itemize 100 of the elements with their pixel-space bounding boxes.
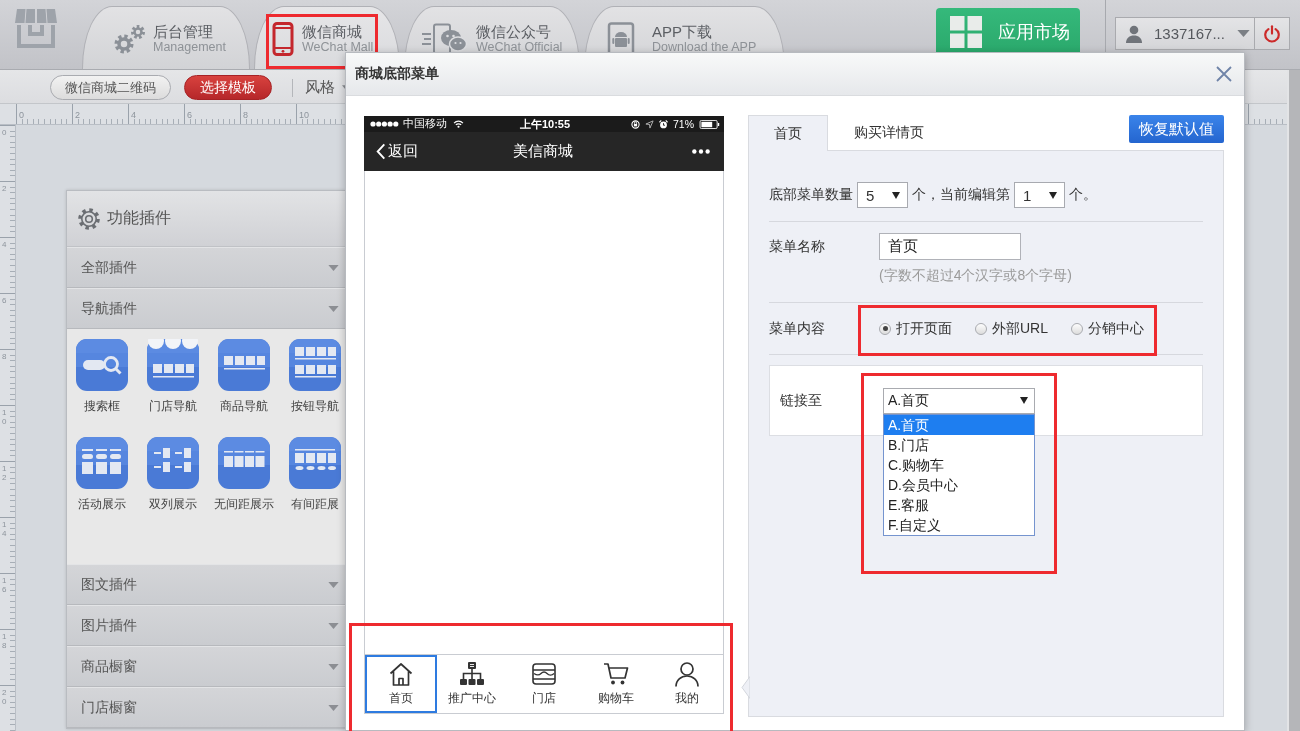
ruler-label: 8 (243, 111, 248, 120)
wifi-icon (453, 120, 464, 128)
radio-button[interactable] (975, 322, 987, 335)
search-bar-icon (76, 339, 128, 391)
nav-tab[interactable]: 后台管理 Management (82, 6, 250, 69)
tab-bar-item[interactable]: 我的 (651, 655, 723, 713)
tab-bar-item[interactable]: 门店 (508, 655, 580, 713)
link-select[interactable]: A.首页 (883, 387, 1035, 414)
plugin-item[interactable]: 双列展示 (143, 437, 203, 513)
battery-level: 71% (673, 118, 694, 130)
tab[interactable]: 首页 (748, 115, 828, 151)
radio-option[interactable]: 外部URL (975, 319, 1071, 338)
alarm-icon (659, 119, 668, 129)
caret-icon (328, 663, 339, 670)
ruler-label: 10 (299, 111, 309, 120)
button-grid-icon (289, 339, 341, 391)
dropdown-option[interactable]: B.门店 (884, 434, 1034, 455)
storefront-icon (147, 339, 199, 391)
dropdown-option[interactable]: E.客服 (884, 494, 1034, 515)
field-text: 个，当前编辑第 (912, 186, 1010, 204)
accordion-header[interactable]: 图片插件 (67, 605, 345, 646)
gears-icon (113, 23, 147, 55)
dropdown-option[interactable]: F.自定义 (884, 514, 1034, 535)
scrollbar[interactable] (1287, 70, 1300, 731)
accordion-header[interactable]: 门店橱窗 (67, 687, 345, 728)
power-button[interactable] (1255, 17, 1290, 50)
accordion-header[interactable]: 商品橱窗 (67, 646, 345, 687)
ruler-label: 10 (2, 409, 7, 427)
caret-icon (1020, 397, 1028, 404)
field-label: 菜单名称 (769, 237, 826, 256)
ruler-label: 18 (2, 633, 7, 651)
plugin-item[interactable]: 搜索框 (72, 339, 132, 415)
plugin-item[interactable]: 商品导航 (214, 339, 274, 415)
caret-icon (328, 581, 339, 588)
ruler-label: 6 (187, 111, 192, 120)
tab-bar-item[interactable]: 首页 (365, 655, 437, 713)
person-icon (674, 661, 701, 687)
radio-button[interactable] (1071, 322, 1083, 335)
tile-row-icon (218, 437, 270, 489)
field-label: 菜单内容 (769, 319, 826, 338)
dropdown-option[interactable]: C.购物车 (884, 454, 1034, 475)
tab[interactable]: 购买详情页 (828, 115, 950, 150)
field-label: 底部菜单数量 (769, 186, 853, 204)
panel-title: 功能插件 (107, 208, 171, 228)
reset-default-button[interactable]: 恢复默认值 (1129, 115, 1224, 143)
ruler-label: 4 (131, 111, 136, 120)
cart-icon (602, 661, 629, 687)
current-select[interactable]: 1 (1014, 182, 1065, 208)
phone-icon (272, 22, 294, 56)
signal-icon (370, 121, 399, 127)
field-label: 链接至 (780, 391, 823, 410)
ruler-label: 6 (2, 297, 7, 306)
accordion-header[interactable]: 图文插件 (67, 564, 345, 605)
accordion-header[interactable]: 全部插件 (67, 247, 345, 288)
menu-name-input[interactable]: 首页 (879, 233, 1021, 260)
plugin-item[interactable]: 活动展示 (72, 437, 132, 513)
user-menu[interactable]: 1337167... (1115, 17, 1255, 50)
two-column-icon (147, 437, 199, 489)
page-title: 美信商城 (513, 142, 573, 161)
qr-code-button[interactable]: 微信商城二维码 (50, 75, 171, 100)
ruler-label: 12 (2, 465, 7, 483)
display-grid-icon (76, 437, 128, 489)
chevron-left-icon (376, 143, 386, 160)
battery-icon (699, 119, 720, 129)
accordion-header[interactable]: 导航插件 (67, 288, 345, 329)
field-text: 个。 (1069, 186, 1097, 204)
radio-option[interactable]: 分销中心 (1071, 319, 1159, 338)
carrier-name: 中国移动 (403, 117, 447, 131)
close-icon[interactable] (1216, 66, 1232, 82)
tab-bar-item[interactable]: 推广中心 (436, 655, 509, 713)
more-icon[interactable] (692, 149, 710, 154)
ruler-label: 20 (2, 689, 7, 707)
template-button[interactable]: 选择模板 (184, 75, 272, 100)
location-arrow-icon (645, 119, 654, 129)
count-select[interactable]: 5 (857, 182, 908, 208)
hint-text: (字数不超过4个汉字或8个字母) (879, 267, 1073, 285)
back-button[interactable]: 返回 (376, 142, 418, 161)
plugin-item[interactable]: 按钮导航 (285, 339, 345, 415)
rotation-lock-icon (631, 119, 640, 129)
radio-option[interactable]: 打开页面 (879, 319, 975, 338)
radio-button[interactable] (879, 322, 891, 335)
caret-icon (328, 264, 339, 271)
plugin-item[interactable]: 有间距展 (285, 437, 345, 513)
user-icon (1126, 24, 1142, 43)
dropdown-option[interactable]: A.首页 (884, 414, 1034, 435)
store-icon (531, 661, 557, 687)
caret-icon (328, 704, 339, 711)
home-icon (387, 661, 414, 687)
caret-icon (1236, 30, 1250, 37)
ruler-label: 14 (2, 521, 7, 539)
sitemap-icon (459, 661, 486, 687)
tab-bar-item[interactable]: 购物车 (579, 655, 652, 713)
spaced-tile-icon (289, 437, 341, 489)
ruler-label: 8 (2, 353, 7, 362)
ruler-label: 16 (2, 577, 7, 595)
dropdown-option[interactable]: D.会员中心 (884, 474, 1034, 495)
grid-icon (950, 16, 982, 48)
plugin-item[interactable]: 无间距展示 (214, 437, 274, 513)
plugin-item[interactable]: 门店导航 (143, 339, 203, 415)
caret-icon (328, 305, 339, 312)
